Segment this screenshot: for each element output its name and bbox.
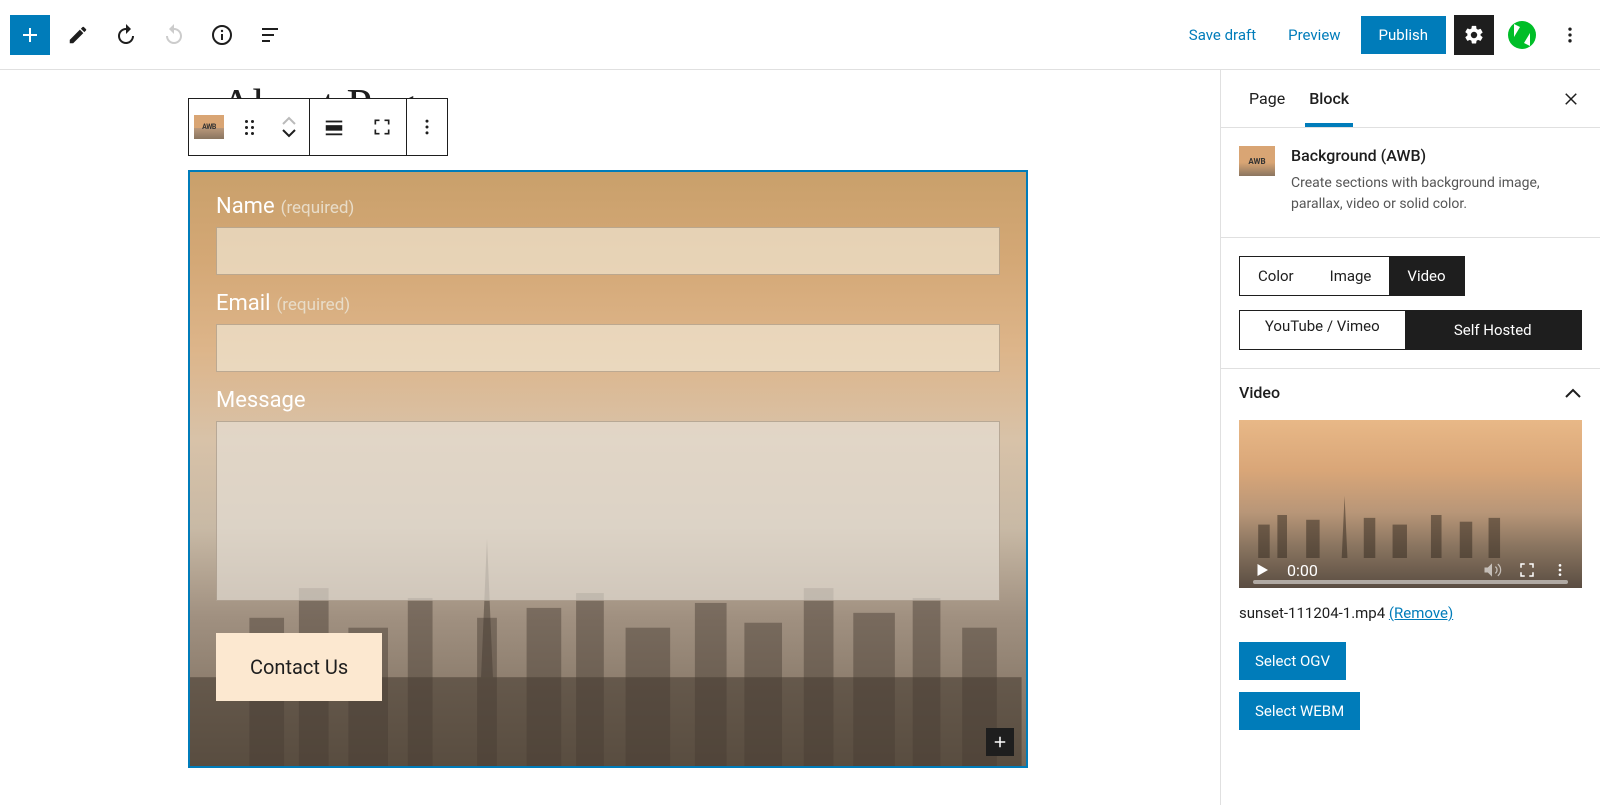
video-time: 0:00	[1287, 561, 1318, 580]
block-info-title: Background (AWB)	[1291, 146, 1582, 165]
close-icon	[1562, 90, 1580, 108]
preview-button[interactable]: Preview	[1276, 18, 1352, 52]
move-updown[interactable]	[269, 99, 309, 155]
message-textarea[interactable]	[216, 421, 1000, 601]
bg-type-video[interactable]: Video	[1389, 257, 1463, 295]
bg-type-color[interactable]: Color	[1240, 257, 1312, 295]
chevron-up-icon	[1564, 387, 1582, 399]
editor-top-bar: Save draft Preview Publish	[0, 0, 1600, 70]
tab-block[interactable]: Block	[1297, 71, 1361, 126]
name-input[interactable]	[216, 227, 1000, 275]
block-more-button[interactable]	[407, 99, 447, 155]
publish-button[interactable]: Publish	[1361, 16, 1446, 54]
fullscreen-icon[interactable]	[1518, 561, 1536, 579]
undo-icon[interactable]	[106, 15, 146, 55]
bg-type-section: Color Image Video YouTube / Vimeo Self H…	[1221, 238, 1600, 368]
top-right-tools: Save draft Preview Publish	[1177, 15, 1590, 55]
preview-skyline	[1239, 491, 1527, 558]
source-youtube-vimeo[interactable]: YouTube / Vimeo	[1240, 311, 1405, 349]
outline-icon[interactable]	[250, 15, 290, 55]
drag-handle[interactable]	[229, 99, 269, 155]
video-panel-header[interactable]: Video	[1221, 368, 1600, 416]
tab-page[interactable]: Page	[1237, 71, 1297, 126]
block-inserter-button[interactable]	[986, 728, 1014, 756]
volume-icon[interactable]	[1482, 560, 1502, 580]
info-icon[interactable]	[202, 15, 242, 55]
video-filename: sunset-111204-1.mp4	[1239, 604, 1385, 622]
jetpack-button[interactable]	[1502, 15, 1542, 55]
fullwidth-button[interactable]	[358, 99, 406, 155]
video-file-row: sunset-111204-1.mp4 (Remove)	[1221, 600, 1600, 636]
chevron-down-icon	[281, 128, 297, 138]
contact-form: Name(required) Email(required) Message C…	[190, 172, 1026, 723]
select-ogv-button[interactable]: Select OGV	[1239, 642, 1346, 680]
source-self-hosted[interactable]: Self Hosted	[1405, 311, 1582, 349]
block-toolbar: AWB	[188, 98, 448, 156]
bg-type-segment: Color Image Video	[1239, 256, 1465, 296]
edit-icon[interactable]	[58, 15, 98, 55]
redo-icon[interactable]	[154, 15, 194, 55]
editor-canvas: About Page AWB	[0, 70, 1220, 805]
video-preview[interactable]: 0:00	[1239, 420, 1582, 588]
jetpack-icon	[1508, 21, 1536, 49]
sidebar-tabs: Page Block	[1221, 70, 1600, 128]
settings-button[interactable]	[1454, 15, 1494, 55]
email-label: Email(required)	[216, 291, 1000, 316]
email-input[interactable]	[216, 324, 1000, 372]
add-block-button[interactable]	[10, 15, 50, 55]
block-info-desc: Create sections with background image, p…	[1291, 173, 1582, 215]
chevron-up-icon	[281, 116, 297, 126]
block-info: AWB Background (AWB) Create sections wit…	[1221, 128, 1600, 238]
bg-type-image[interactable]: Image	[1312, 257, 1390, 295]
drag-icon	[245, 120, 254, 135]
awb-thumb-icon: AWB	[1239, 146, 1275, 176]
settings-sidebar: Page Block AWB Background (AWB) Create s…	[1220, 70, 1600, 805]
play-icon[interactable]	[1253, 561, 1271, 579]
video-progress[interactable]	[1253, 580, 1568, 584]
video-more-icon[interactable]	[1552, 562, 1568, 578]
top-left-tools	[10, 15, 290, 55]
align-icon	[323, 116, 345, 138]
select-webm-button[interactable]: Select WEBM	[1239, 692, 1360, 730]
remove-video-link[interactable]: (Remove)	[1389, 604, 1453, 622]
video-source-segment: YouTube / Vimeo Self Hosted	[1239, 310, 1582, 350]
block-type-button[interactable]: AWB	[189, 99, 229, 155]
more-vertical-icon	[417, 117, 437, 137]
close-sidebar-button[interactable]	[1558, 86, 1584, 112]
save-draft-button[interactable]: Save draft	[1177, 18, 1268, 52]
name-label: Name(required)	[216, 194, 1000, 219]
align-button[interactable]	[310, 99, 358, 155]
awb-icon: AWB	[194, 115, 224, 139]
contact-us-button[interactable]: Contact Us	[216, 633, 382, 701]
awb-background-block[interactable]: Name(required) Email(required) Message C…	[188, 170, 1028, 768]
more-menu-icon[interactable]	[1550, 15, 1590, 55]
fullscreen-icon	[372, 117, 392, 137]
message-label: Message	[216, 388, 1000, 413]
